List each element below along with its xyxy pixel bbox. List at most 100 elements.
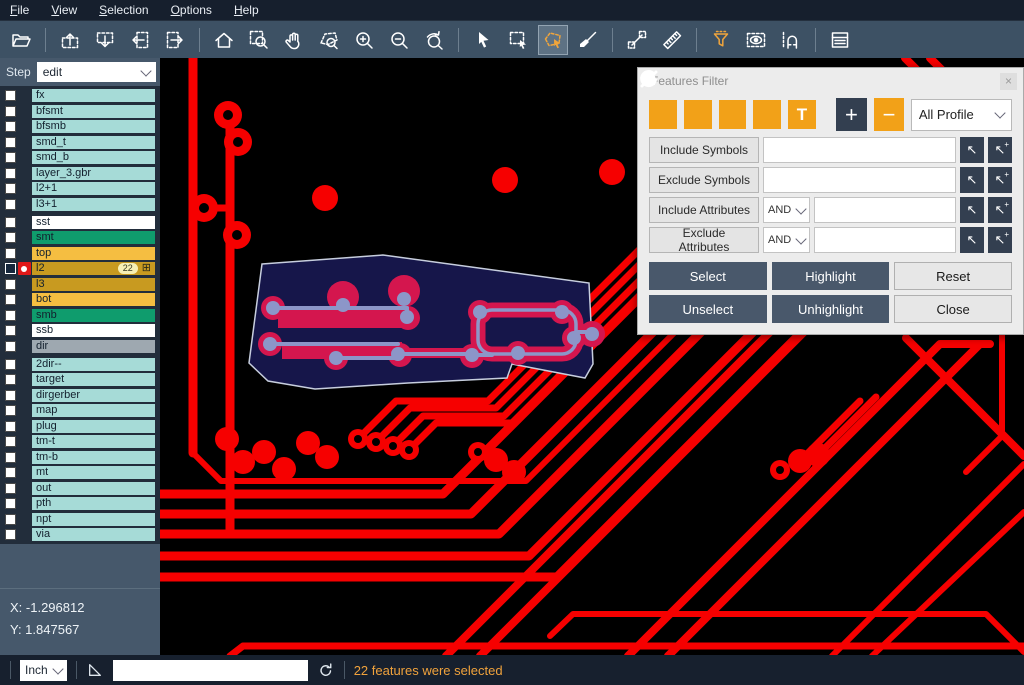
eye-button[interactable] bbox=[741, 25, 771, 55]
text-feature-button[interactable]: T bbox=[788, 100, 816, 129]
pick-symbol-icon[interactable]: ↖ bbox=[960, 167, 984, 193]
layer-visibility-checkbox[interactable] bbox=[5, 483, 16, 494]
select-button[interactable]: Select bbox=[649, 262, 767, 290]
layer-color-bar[interactable]: sst bbox=[32, 216, 155, 229]
layer-color-bar[interactable]: l222⊞ bbox=[32, 262, 155, 275]
magnet-button[interactable] bbox=[776, 25, 806, 55]
layer-row-fx[interactable]: fx bbox=[2, 89, 155, 102]
angle-corner-icon[interactable] bbox=[86, 661, 104, 679]
layer-row-layer_3.gbr[interactable]: layer_3.gbr bbox=[2, 167, 155, 180]
exclude-symbols-input[interactable] bbox=[763, 167, 956, 193]
layer-visibility-checkbox[interactable] bbox=[5, 137, 16, 148]
pick-attribute-add-icon[interactable]: ↖+ bbox=[988, 227, 1012, 253]
layer-color-bar[interactable]: 2dir-- bbox=[32, 358, 155, 371]
layer-row-smd_t[interactable]: smd_t bbox=[2, 136, 155, 149]
layer-color-bar[interactable]: npt bbox=[32, 513, 155, 526]
layer-visibility-checkbox[interactable] bbox=[5, 232, 16, 243]
arc-feature-button[interactable] bbox=[753, 100, 781, 129]
layer-row-npt[interactable]: npt bbox=[2, 513, 155, 526]
layer-visibility-checkbox[interactable] bbox=[5, 374, 16, 385]
layer-row-smt[interactable]: smt bbox=[2, 231, 155, 244]
close-icon[interactable]: × bbox=[1000, 73, 1017, 90]
shift-up-button[interactable] bbox=[55, 25, 85, 55]
layer-visibility-checkbox[interactable] bbox=[5, 217, 16, 228]
layer-visibility-checkbox[interactable] bbox=[5, 467, 16, 478]
layer-visibility-checkbox[interactable] bbox=[5, 436, 16, 447]
filter-button[interactable] bbox=[706, 25, 736, 55]
layer-color-bar[interactable]: plug bbox=[32, 420, 155, 433]
menu-selection[interactable]: Selection bbox=[99, 3, 148, 17]
layer-row-top[interactable]: top bbox=[2, 247, 155, 260]
layer-row-tm-b[interactable]: tm-b bbox=[2, 451, 155, 464]
layer-visibility-checkbox[interactable] bbox=[5, 390, 16, 401]
line-feature-button[interactable] bbox=[649, 100, 677, 129]
layer-color-bar[interactable]: top bbox=[32, 247, 155, 260]
layer-row-l2+1[interactable]: l2+1 bbox=[2, 182, 155, 195]
layer-row-l3[interactable]: l3 bbox=[2, 278, 155, 291]
pick-attribute-icon[interactable]: ↖ bbox=[960, 197, 984, 223]
layer-visibility-checkbox[interactable] bbox=[5, 248, 16, 259]
add-filter-button[interactable]: + bbox=[836, 98, 868, 131]
layer-color-bar[interactable]: mt bbox=[32, 466, 155, 479]
layer-color-bar[interactable]: dirgerber bbox=[32, 389, 155, 402]
shift-left-button[interactable] bbox=[125, 25, 155, 55]
layer-row-mt[interactable]: mt bbox=[2, 466, 155, 479]
layer-row-bfsmt[interactable]: bfsmt bbox=[2, 105, 155, 118]
select-cursor-button[interactable] bbox=[468, 25, 498, 55]
include-symbols-button[interactable]: Include Symbols bbox=[649, 137, 759, 163]
include-attributes-button[interactable]: Include Attributes bbox=[649, 197, 759, 223]
layer-visibility-checkbox[interactable] bbox=[5, 90, 16, 101]
layer-color-bar[interactable]: smb bbox=[32, 309, 155, 322]
zoom-in-button[interactable] bbox=[349, 25, 379, 55]
pick-attribute-add-icon[interactable]: ↖+ bbox=[988, 197, 1012, 223]
layer-color-bar[interactable]: l3+1 bbox=[32, 198, 155, 211]
profile-select[interactable]: All Profile bbox=[911, 99, 1012, 131]
layer-visibility-checkbox[interactable] bbox=[5, 263, 16, 274]
command-input[interactable] bbox=[113, 660, 308, 681]
exclude-attributes-button[interactable]: Exclude Attributes bbox=[649, 227, 759, 253]
layer-visibility-checkbox[interactable] bbox=[5, 341, 16, 352]
layer-visibility-checkbox[interactable] bbox=[5, 514, 16, 525]
layer-row-ssb[interactable]: ssb bbox=[2, 324, 155, 337]
ruler-button[interactable] bbox=[657, 25, 687, 55]
layer-visibility-checkbox[interactable] bbox=[5, 405, 16, 416]
shift-down-button[interactable] bbox=[90, 25, 120, 55]
panel-list-button[interactable] bbox=[825, 25, 855, 55]
grid-icon[interactable]: ⊞ bbox=[142, 263, 151, 274]
layer-visibility-checkbox[interactable] bbox=[5, 529, 16, 540]
measure-line-button[interactable] bbox=[622, 25, 652, 55]
layer-color-bar[interactable]: via bbox=[32, 528, 155, 541]
select-polygon-button[interactable] bbox=[538, 25, 568, 55]
layer-color-bar[interactable]: tm-b bbox=[32, 451, 155, 464]
menu-help[interactable]: Help bbox=[234, 3, 259, 17]
zoom-area-button[interactable] bbox=[244, 25, 274, 55]
include-attributes-input[interactable] bbox=[814, 197, 956, 223]
layer-color-bar[interactable]: tm-t bbox=[32, 435, 155, 448]
exclude-attributes-input[interactable] bbox=[814, 227, 956, 253]
layer-color-bar[interactable]: target bbox=[32, 373, 155, 386]
layer-color-bar[interactable]: dir bbox=[32, 340, 155, 353]
layer-color-bar[interactable]: bfsmb bbox=[32, 120, 155, 133]
layer-row-out[interactable]: out bbox=[2, 482, 155, 495]
open-button[interactable] bbox=[6, 25, 36, 55]
layer-color-bar[interactable]: fx bbox=[32, 89, 155, 102]
close-button[interactable]: Close bbox=[894, 295, 1012, 323]
layer-color-bar[interactable]: smd_b bbox=[32, 151, 155, 164]
layer-color-bar[interactable]: pth bbox=[32, 497, 155, 510]
dialog-titlebar[interactable]: Features Filter × bbox=[638, 68, 1023, 94]
layer-row-bfsmb[interactable]: bfsmb bbox=[2, 120, 155, 133]
home-button[interactable] bbox=[209, 25, 239, 55]
layer-visibility-checkbox[interactable] bbox=[5, 183, 16, 194]
unselect-button[interactable]: Unselect bbox=[649, 295, 767, 323]
highlight-button[interactable]: Highlight bbox=[772, 262, 890, 290]
layer-color-bar[interactable]: smd_t bbox=[32, 136, 155, 149]
layer-color-bar[interactable]: map bbox=[32, 404, 155, 417]
pan-button[interactable] bbox=[279, 25, 309, 55]
layer-color-bar[interactable]: smt bbox=[32, 231, 155, 244]
pick-symbol-icon[interactable]: ↖ bbox=[960, 137, 984, 163]
menu-options[interactable]: Options bbox=[171, 3, 212, 17]
unhighlight-button[interactable]: Unhighlight bbox=[772, 295, 890, 323]
layer-visibility-checkbox[interactable] bbox=[5, 199, 16, 210]
include-attributes-logic-select[interactable]: AND bbox=[763, 197, 810, 223]
zoom-out-button[interactable] bbox=[384, 25, 414, 55]
